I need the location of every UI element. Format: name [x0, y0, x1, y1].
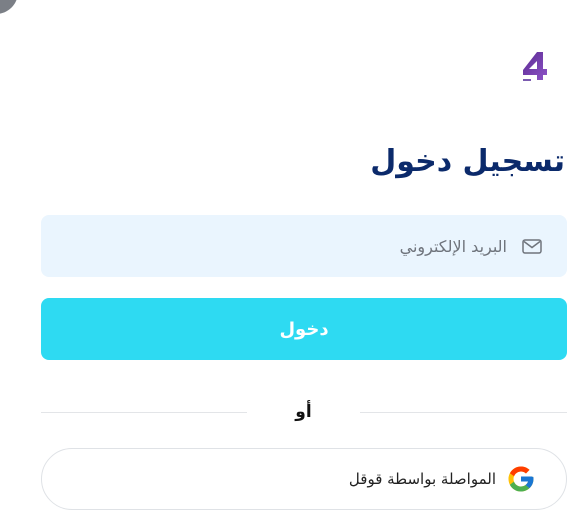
avatar-corner — [0, 0, 18, 14]
google-signin-label: المواصلة بواسطة قوقل — [348, 470, 496, 488]
email-input[interactable] — [85, 235, 509, 257]
google-icon — [506, 464, 536, 494]
google-signin-button[interactable]: المواصلة بواسطة قوقل — [41, 448, 567, 510]
divider-line-right — [360, 412, 567, 413]
page-title: تسجيل دخول — [370, 144, 565, 179]
email-field[interactable] — [41, 215, 567, 277]
login-button[interactable]: دخول — [41, 298, 567, 360]
logo-4-icon — [520, 50, 550, 84]
divider-line-left — [41, 412, 247, 413]
divider-or-label: أو — [295, 402, 312, 422]
mail-icon — [521, 238, 543, 254]
